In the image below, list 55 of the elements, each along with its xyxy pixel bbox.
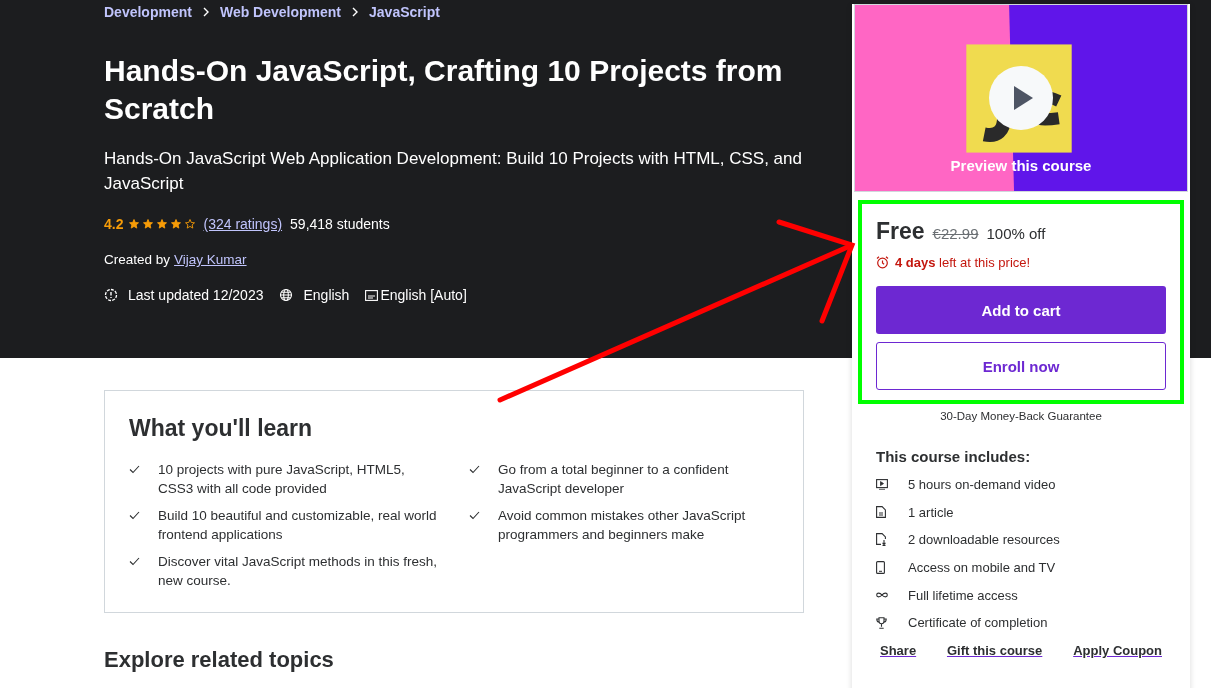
included-feature: 1 article <box>908 504 954 520</box>
check-icon <box>469 465 480 474</box>
captions-icon <box>365 289 379 301</box>
included-feature: Full lifetime access <box>908 587 1018 603</box>
chevron-icon <box>201 7 210 17</box>
breadcrumb-link[interactable]: Web Development <box>219 4 342 20</box>
guarantee-note: 30-Day Money-Back Guarantee <box>939 410 1103 422</box>
infinity-icon <box>876 592 888 599</box>
course-title: Hands-On JavaScript, Crafting 10 Projects from Scratch <box>104 53 784 127</box>
students-count: 59,418 students <box>290 216 390 232</box>
add-to-cart-button[interactable]: Add to cart <box>876 286 1166 334</box>
discount: 100% off <box>986 225 1046 242</box>
section-heading: Explore related topics <box>104 647 335 673</box>
mobile-icon <box>876 561 885 575</box>
included-feature: Access on mobile and TV <box>908 560 1056 576</box>
price: Free <box>876 218 925 245</box>
learning-point: Avoid common mistakes other JavaScript programmers and beginners make <box>498 507 747 544</box>
trophy-icon <box>876 616 887 629</box>
deadline-notice: 4 days left at this price! <box>895 255 1031 270</box>
included-feature: 5 hours on-demand video <box>908 477 1056 493</box>
globe-icon <box>279 288 294 302</box>
included-feature: 2 downloadable resources <box>908 532 1060 548</box>
check-icon <box>129 465 140 474</box>
section-heading: What you'll learn <box>129 415 314 442</box>
alarm-clock-icon <box>876 256 889 269</box>
learning-point: Build 10 beautiful and customizable, real world frontend applications <box>158 507 438 544</box>
card-link[interactable]: Apply Coupon <box>1073 642 1162 658</box>
learning-point: Discover vital JavaScript methods in this fresh, new course. <box>158 553 439 590</box>
instructor-link[interactable]: Vijay Kumar <box>174 252 247 267</box>
learning-point: Go from a total beginner to a confident JavaScript developer <box>498 461 730 498</box>
play-icon[interactable] <box>989 66 1053 130</box>
alert-icon <box>104 288 118 302</box>
enroll-button[interactable]: Enroll now <box>876 342 1166 390</box>
breadcrumb-link[interactable]: Development <box>104 4 192 20</box>
chevron-icon <box>351 7 360 17</box>
card-link[interactable]: Share <box>880 642 917 658</box>
check-icon <box>129 557 140 566</box>
last-updated: Last updated 12/2023 <box>128 287 264 303</box>
breadcrumb-link[interactable]: JavaScript <box>369 4 440 20</box>
download-file-icon <box>876 533 887 547</box>
card-link[interactable]: Gift this course <box>946 642 1043 658</box>
captions-language: English [Auto] <box>380 287 467 303</box>
included-feature: Certificate of completion <box>908 615 1048 631</box>
check-icon <box>469 511 480 520</box>
original-price: €22.99 <box>932 225 979 242</box>
rating-value: 4.2 <box>104 216 124 232</box>
check-icon <box>129 511 140 520</box>
document-icon <box>876 506 886 519</box>
video-icon <box>876 479 888 491</box>
ratings-link[interactable]: (324 ratings) <box>203 216 283 232</box>
course-subtitle: Hands-On JavaScript Web Application Development: Build 10 Projects with HTML, CSS, and JavaScript <box>104 148 803 195</box>
language: English <box>303 287 350 303</box>
includes-heading: This course includes: <box>876 448 1032 465</box>
learning-point: 10 projects with pure JavaScript, HTML5, CSS3 with all code provided <box>158 461 406 498</box>
created-by-label: Created by <box>104 252 171 267</box>
